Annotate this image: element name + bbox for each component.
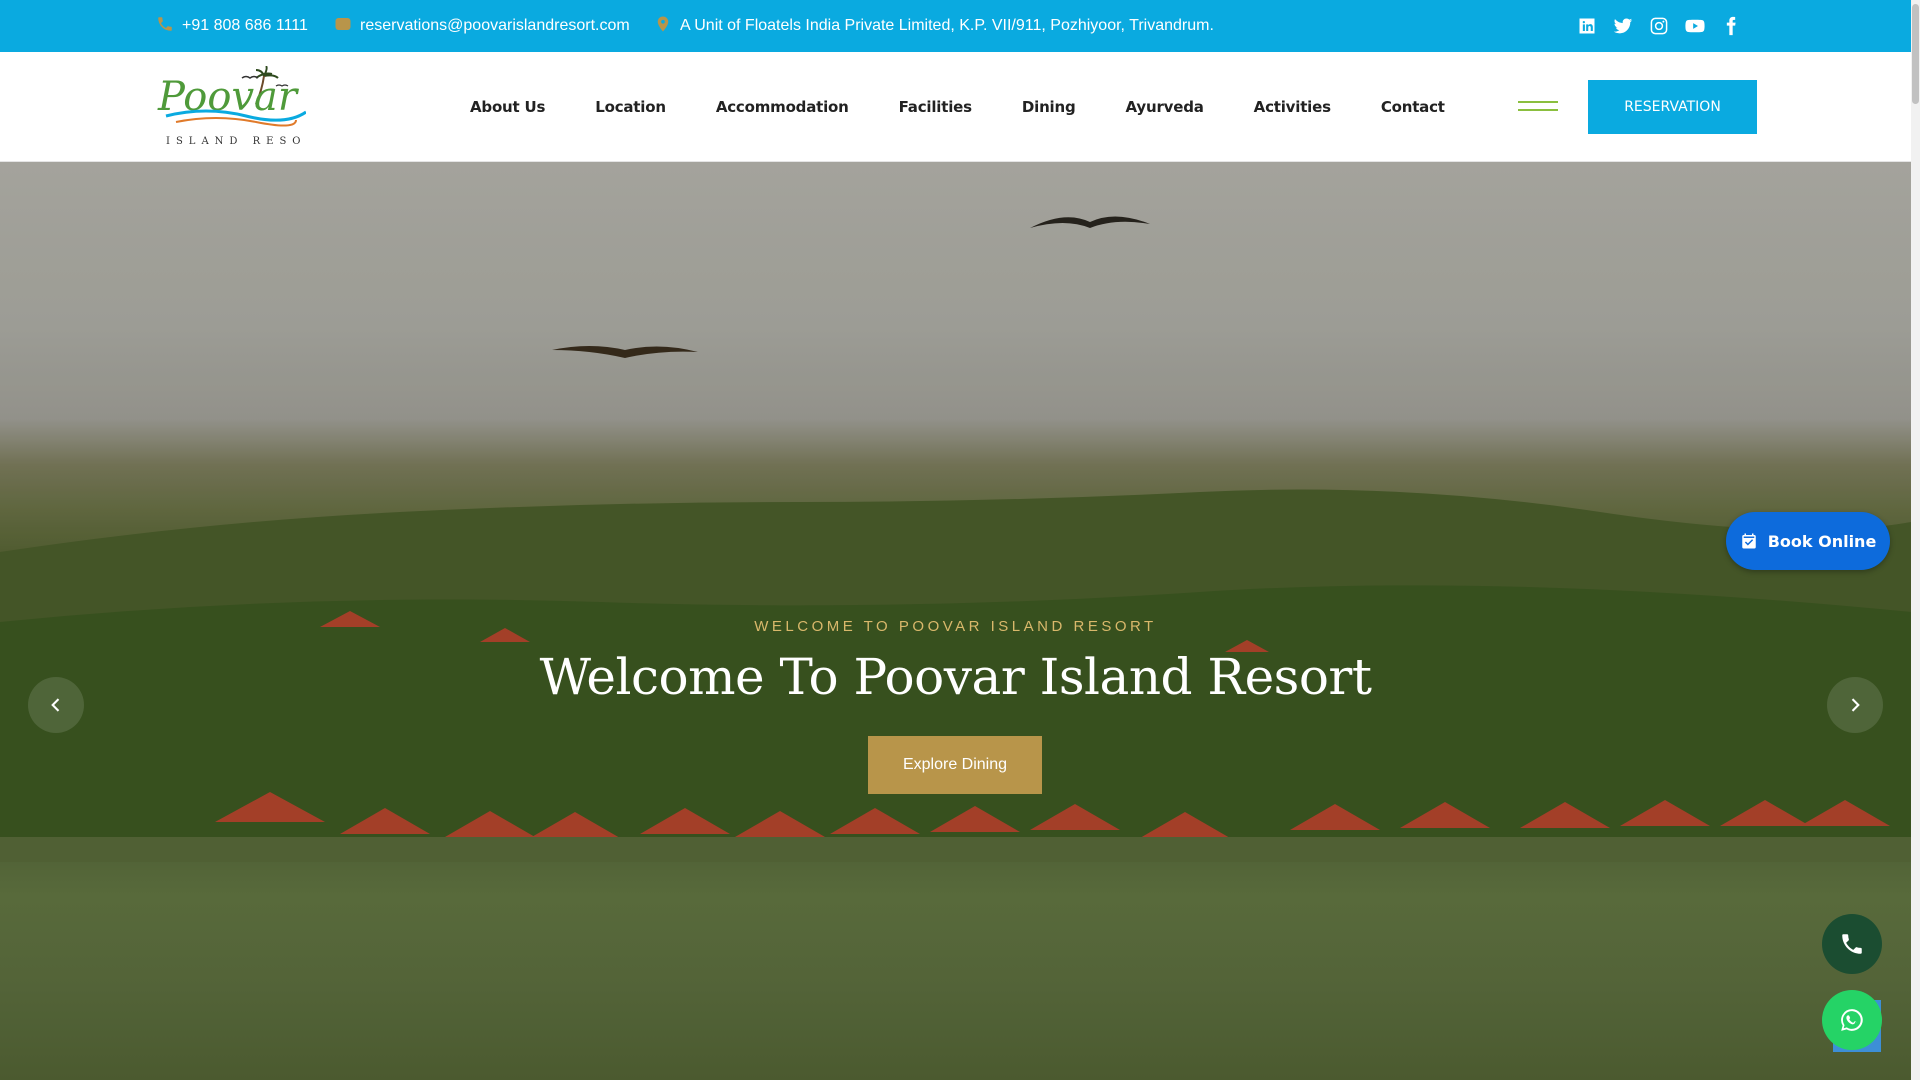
hero-slider: WELCOME TO POOVAR ISLAND RESORT Welcome … [0, 162, 1911, 1080]
instagram-icon[interactable] [1649, 16, 1669, 36]
nav-facilities[interactable]: Facilities [899, 98, 972, 116]
phone-link[interactable]: +91 808 686 1111 [156, 0, 308, 52]
phone-text: +91 808 686 1111 [182, 17, 308, 34]
phone-icon [1842, 934, 1862, 954]
hamburger-menu-icon[interactable] [1518, 100, 1558, 114]
nav-activities[interactable]: Activities [1254, 98, 1331, 116]
site-header: Poovar ISLAND RESORT About Us Location A… [0, 52, 1911, 162]
social-links [1577, 0, 1741, 52]
book-online-button[interactable]: Book Online [1726, 512, 1890, 570]
nav-ayurveda[interactable]: Ayurveda [1126, 98, 1204, 116]
logo-graphic: Poovar ISLAND RESORT [157, 65, 327, 147]
nav-about-us[interactable]: About Us [470, 98, 545, 116]
page: +91 808 686 1111 reservations@poovarisla… [0, 0, 1911, 1080]
twitter-icon[interactable] [1613, 16, 1633, 36]
hero-subtitle: WELCOME TO POOVAR ISLAND RESORT [754, 618, 1157, 635]
slider-next-button[interactable] [1827, 677, 1883, 733]
top-info-bar: +91 808 686 1111 reservations@poovarisla… [0, 0, 1911, 52]
explore-dining-button[interactable]: Explore Dining [868, 736, 1042, 794]
address-info: A Unit of Floatels India Private Limited… [654, 0, 1214, 52]
resort-logo[interactable]: Poovar ISLAND RESORT [156, 65, 327, 150]
nav-dining[interactable]: Dining [1022, 98, 1076, 116]
page-scrollbar[interactable] [1911, 0, 1920, 1080]
calendar-check-icon [1741, 533, 1756, 549]
slider-prev-button[interactable] [28, 677, 84, 733]
scrollbar-thumb[interactable] [1912, 4, 1919, 104]
chevron-right-icon [1851, 698, 1860, 712]
email-text: reservations@poovarislandresort.com [360, 17, 630, 34]
phone-icon [156, 15, 174, 38]
location-pin-icon [654, 15, 672, 38]
hero-title: Welcome To Poovar Island Resort [539, 648, 1372, 706]
nav-accommodation[interactable]: Accommodation [716, 98, 849, 116]
chevron-left-icon [51, 698, 60, 712]
email-icon [334, 15, 352, 38]
address-text: A Unit of Floatels India Private Limited… [680, 17, 1214, 34]
email-link[interactable]: reservations@poovarislandresort.com [334, 0, 630, 52]
whatsapp-icon [1841, 1009, 1863, 1031]
logo-tagline: ISLAND RESORT [166, 136, 306, 147]
facebook-icon[interactable] [1721, 16, 1741, 36]
linkedin-icon[interactable] [1577, 16, 1597, 36]
main-nav: About Us Location Accommodation Faciliti… [470, 52, 1445, 162]
youtube-icon[interactable] [1685, 16, 1705, 36]
whatsapp-button[interactable] [1822, 990, 1882, 1050]
book-online-label: Book Online [1767, 531, 1877, 551]
nav-contact[interactable]: Contact [1381, 98, 1445, 116]
call-button[interactable] [1822, 914, 1882, 974]
reservation-button[interactable]: RESERVATION [1588, 80, 1757, 134]
nav-location[interactable]: Location [595, 98, 666, 116]
